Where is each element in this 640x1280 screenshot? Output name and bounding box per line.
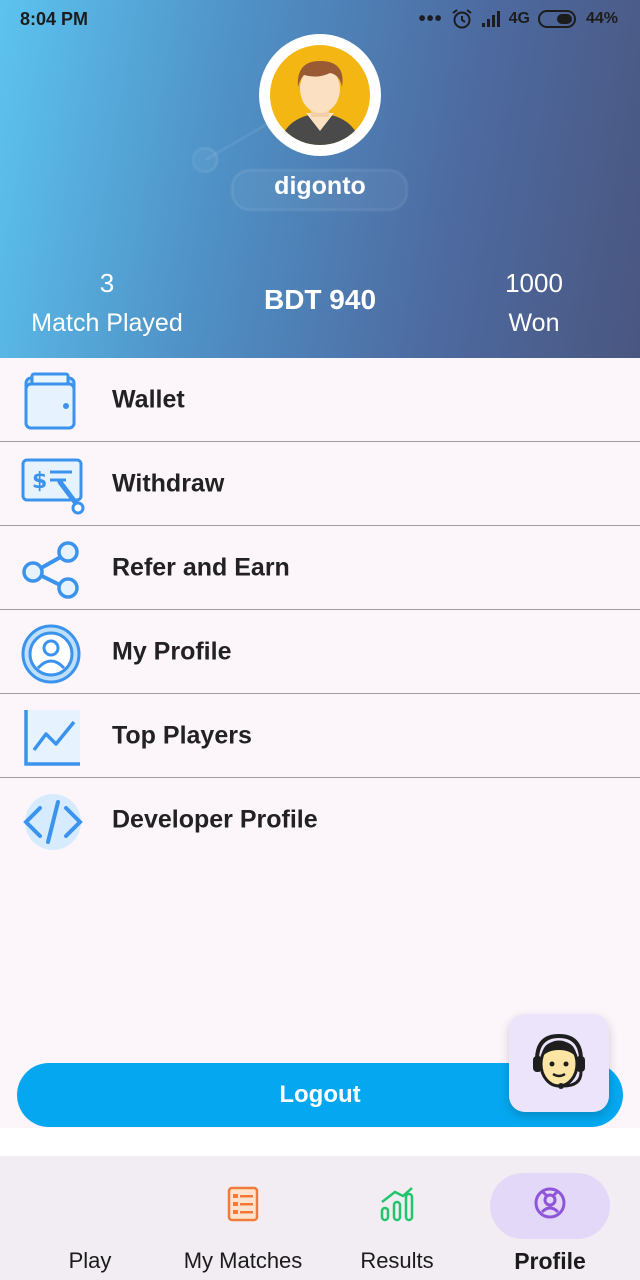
menu-item-top-players[interactable]: Top Players [0,694,640,778]
menu-item-withdraw[interactable]: $ Withdraw [0,442,640,526]
wallet-icon [24,372,76,430]
battery-icon [537,10,576,28]
nav-tab-label: Results [360,1248,434,1273]
alarm-icon [452,9,472,29]
menu-item-label: Refer and Earn [112,553,290,582]
balance-value: BDT 940 [263,284,377,315]
battery-level: 44% [585,10,618,27]
stat-won: 1000 Won [460,268,608,338]
username: digonto [274,172,366,200]
user-icon [21,624,81,684]
nav-tab-label: Play [68,1248,112,1273]
matches-played-label: Match Played [31,309,183,337]
share-icon [22,541,79,599]
withdraw-icon: $ [21,458,85,515]
menu-item-label: Top Players [112,721,252,750]
won-value: 1000 [505,268,563,298]
support-chat-button[interactable] [509,1014,609,1112]
nav-tab-play[interactable]: Play [20,1156,160,1280]
more-dots-icon: ••• [418,8,443,30]
menu-item-label: Wallet [112,385,185,414]
avatar-image [270,45,370,145]
bottom-navigation: Play My Matches Results Profile [0,1156,640,1280]
network-type: 4G [508,10,530,27]
menu-item-label: Withdraw [112,469,225,498]
support-agent-icon [533,1033,585,1089]
list-icon [227,1186,259,1222]
avatar[interactable] [259,34,381,156]
nav-separator [0,1128,640,1156]
nav-tab-results[interactable]: Results [334,1156,460,1280]
svg-text:$: $ [32,469,47,494]
chart-icon [24,710,80,766]
menu-item-my-profile[interactable]: My Profile [0,610,640,694]
results-icon [380,1187,414,1222]
profile-header: 8:04 PM ••• 4G 44% digonto 3 Match Playe… [0,0,640,358]
status-icons: ••• 4G 44% [419,8,618,30]
status-time: 8:04 PM [20,9,89,29]
nav-tab-label: Profile [514,1248,586,1274]
nav-tab-profile[interactable]: Profile [490,1156,610,1280]
matches-played-value: 3 [99,268,115,298]
won-label: Won [508,309,560,337]
menu-item-label: Developer Profile [112,805,318,834]
profile-menu: Wallet $ Withdraw Refer and Earn My Prof… [0,358,640,862]
stat-matches-played: 3 Match Played [10,268,204,338]
menu-item-label: My Profile [112,637,232,666]
profile-icon [534,1187,566,1219]
nav-tab-label: My Matches [183,1248,303,1273]
nav-tab-my-matches[interactable]: My Matches [168,1156,318,1280]
menu-item-developer-profile[interactable]: Developer Profile [0,778,640,862]
menu-item-refer[interactable]: Refer and Earn [0,526,640,610]
code-icon [23,794,83,850]
signal-icon [481,11,500,27]
menu-item-wallet[interactable]: Wallet [0,358,640,442]
